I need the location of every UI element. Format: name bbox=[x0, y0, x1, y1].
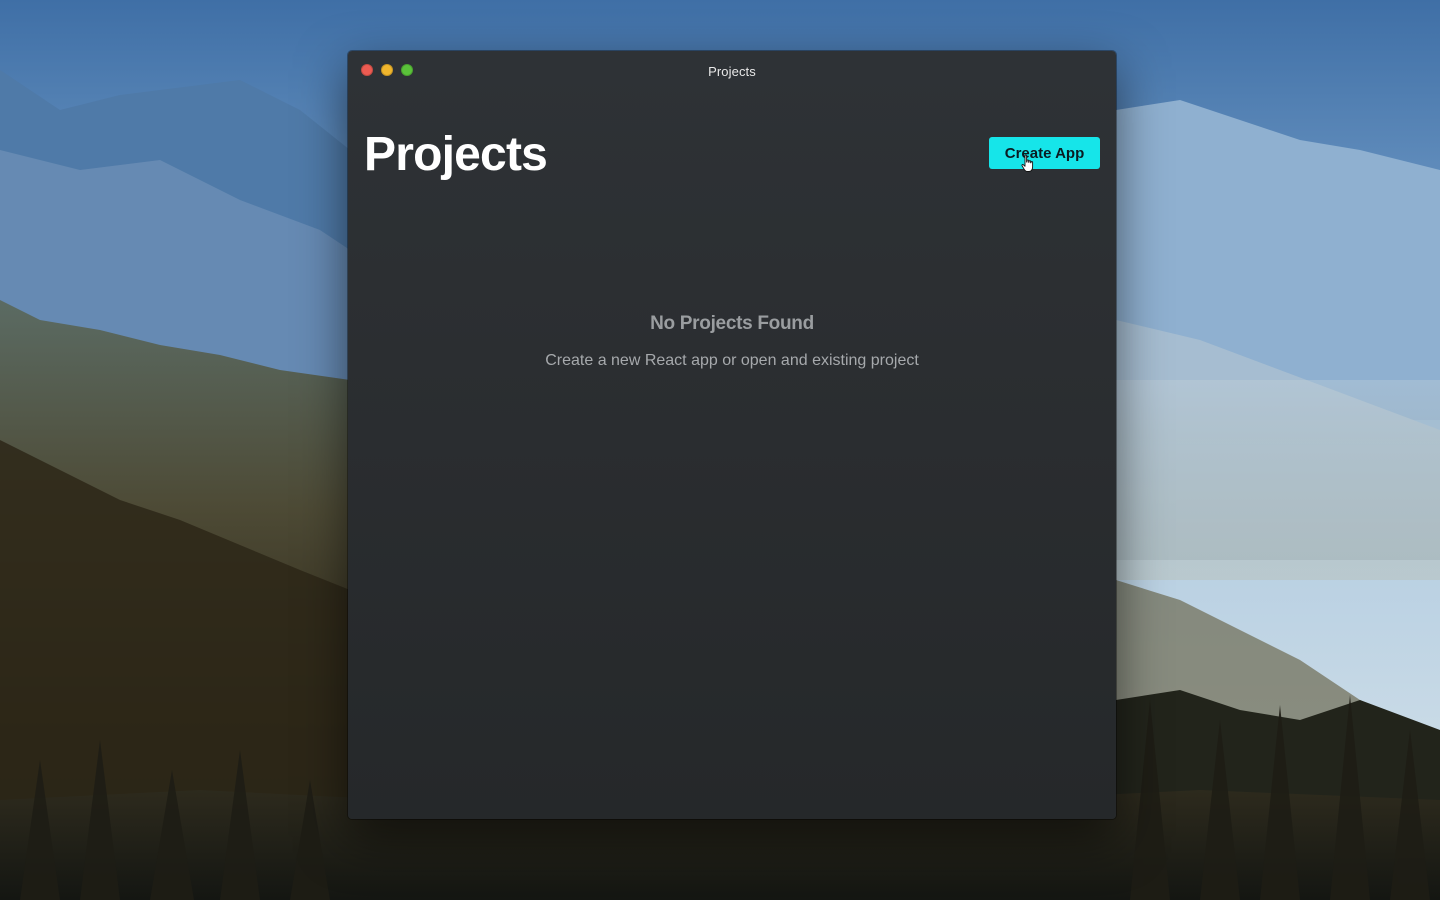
empty-state-subtitle: Create a new React app or open and exist… bbox=[545, 352, 919, 369]
title-bar[interactable]: Projects bbox=[348, 51, 1116, 91]
app-window: Projects Projects Create App No Projects… bbox=[348, 51, 1116, 819]
empty-state: No Projects Found Create a new React app… bbox=[348, 309, 1116, 372]
page-title: Projects bbox=[364, 128, 548, 181]
empty-state-title: No Projects Found bbox=[650, 313, 814, 334]
create-app-button[interactable]: Create App bbox=[989, 137, 1100, 169]
window-title: Projects bbox=[708, 64, 756, 79]
